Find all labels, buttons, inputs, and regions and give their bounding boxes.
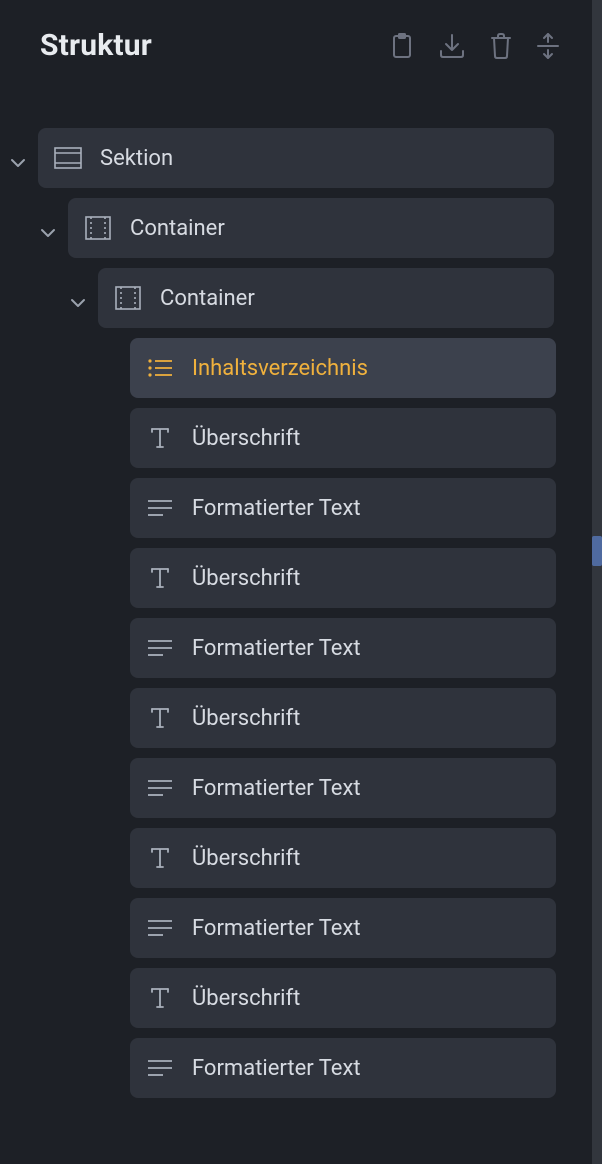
tree-item-label: Formatierter Text bbox=[192, 636, 361, 661]
panel-title: Struktur bbox=[40, 28, 152, 63]
container-icon bbox=[84, 214, 112, 242]
toolbar bbox=[390, 32, 572, 60]
text-type-icon bbox=[146, 424, 174, 452]
list-icon bbox=[146, 354, 174, 382]
tree-item-label: Überschrift bbox=[192, 426, 300, 451]
tree-item-label: Formatierter Text bbox=[192, 776, 361, 801]
container-icon bbox=[114, 284, 142, 312]
tree-item-toc[interactable]: Inhaltsverzeichnis bbox=[130, 338, 556, 398]
tree-item-heading[interactable]: Überschrift bbox=[130, 828, 556, 888]
tree-item-label: Überschrift bbox=[192, 846, 300, 871]
trash-icon[interactable] bbox=[490, 33, 512, 59]
tree-item-heading[interactable]: Überschrift bbox=[130, 688, 556, 748]
tree-item-label: Überschrift bbox=[192, 566, 300, 591]
text-lines-icon bbox=[146, 1054, 174, 1082]
text-type-icon bbox=[146, 704, 174, 732]
text-type-icon bbox=[146, 984, 174, 1012]
tree-item-heading[interactable]: Überschrift bbox=[130, 408, 556, 468]
text-lines-icon bbox=[146, 494, 174, 522]
tree-item-section[interactable]: Sektion bbox=[38, 128, 554, 188]
tree-item-richtext[interactable]: Formatierter Text bbox=[130, 758, 556, 818]
tree-item-heading[interactable]: Überschrift bbox=[130, 968, 556, 1028]
tree-item-label: Formatierter Text bbox=[192, 496, 361, 521]
text-lines-icon bbox=[146, 774, 174, 802]
tree-item-label: Sektion bbox=[100, 146, 173, 171]
panel-header: Struktur bbox=[0, 0, 602, 83]
chevron-down-icon[interactable] bbox=[8, 153, 28, 173]
tree-item-label: Überschrift bbox=[192, 706, 300, 731]
download-icon[interactable] bbox=[438, 33, 466, 59]
tree-item-richtext[interactable]: Formatierter Text bbox=[130, 1038, 556, 1098]
tree-item-label: Formatierter Text bbox=[192, 1056, 361, 1081]
tree-item-richtext[interactable]: Formatierter Text bbox=[130, 618, 556, 678]
text-lines-icon bbox=[146, 634, 174, 662]
tree-item-richtext[interactable]: Formatierter Text bbox=[130, 478, 556, 538]
section-icon bbox=[54, 144, 82, 172]
text-lines-icon bbox=[146, 914, 174, 942]
tree-item-label: Container bbox=[130, 216, 225, 241]
chevron-down-icon[interactable] bbox=[68, 293, 88, 313]
scrollbar-track[interactable] bbox=[592, 0, 602, 1164]
tree-item-richtext[interactable]: Formatierter Text bbox=[130, 898, 556, 958]
tree-item-label: Formatierter Text bbox=[192, 916, 361, 941]
tree-item-container[interactable]: Container bbox=[68, 198, 554, 258]
structure-tree: Sektion Container bbox=[0, 83, 602, 1098]
tree-item-heading[interactable]: Überschrift bbox=[130, 548, 556, 608]
tree-item-label: Überschrift bbox=[192, 986, 300, 1011]
tree-item-label: Container bbox=[160, 286, 255, 311]
tree-item-label: Inhaltsverzeichnis bbox=[192, 356, 368, 381]
chevron-down-icon[interactable] bbox=[38, 223, 58, 243]
tree-item-container[interactable]: Container bbox=[98, 268, 554, 328]
collapse-icon[interactable] bbox=[536, 32, 560, 60]
clipboard-icon[interactable] bbox=[390, 32, 414, 60]
scrollbar-thumb[interactable] bbox=[592, 536, 602, 566]
text-type-icon bbox=[146, 564, 174, 592]
text-type-icon bbox=[146, 844, 174, 872]
